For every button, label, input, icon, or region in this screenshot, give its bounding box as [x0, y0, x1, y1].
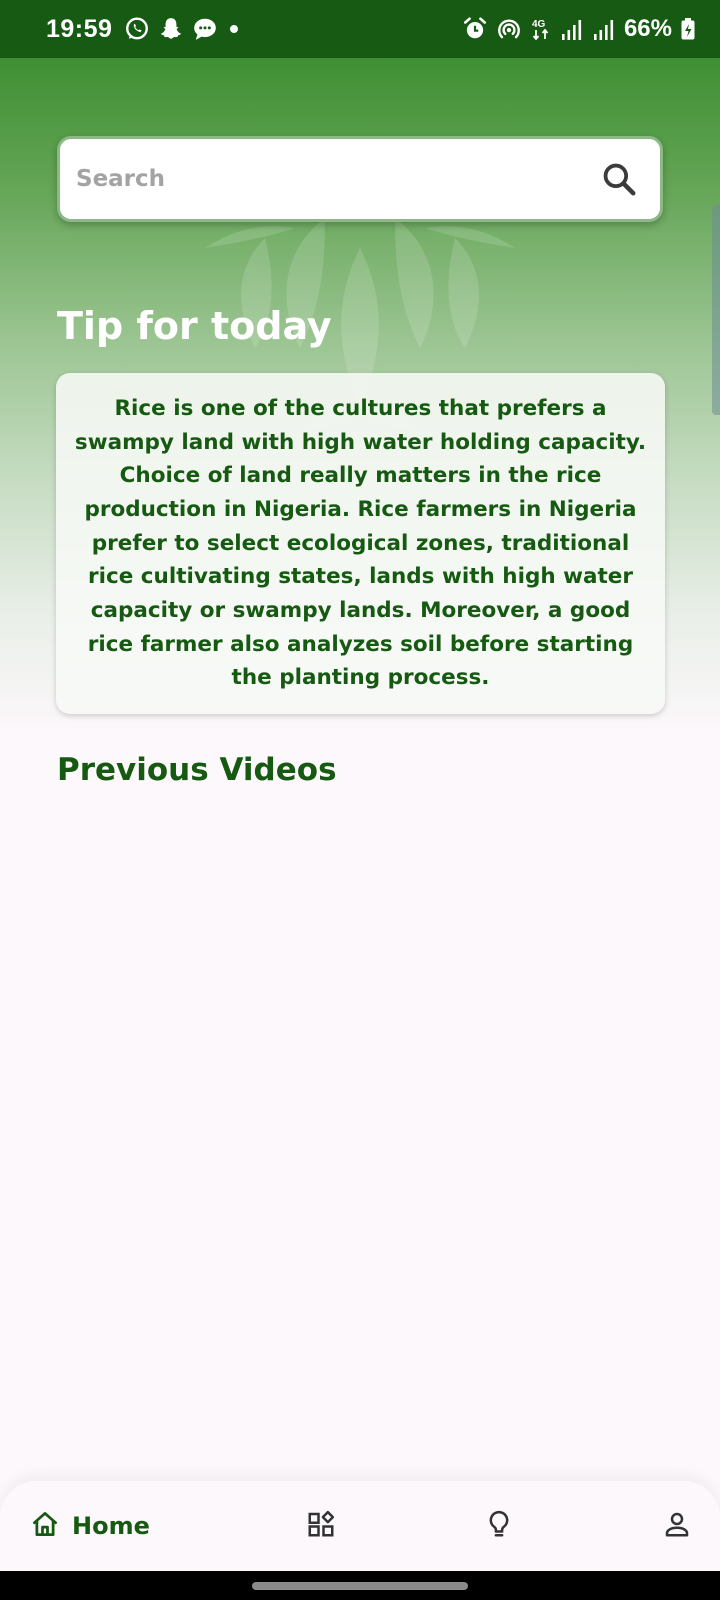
4g-icon: 4G [530, 16, 552, 42]
categories-icon [306, 1509, 336, 1543]
search-bar[interactable] [57, 136, 663, 222]
battery-percentage: 66% [623, 15, 672, 42]
signal-icon [592, 16, 616, 42]
status-left: 19:59 [46, 15, 242, 44]
nav-home[interactable]: Home [30, 1481, 150, 1571]
snapchat-icon [158, 16, 184, 42]
whatsapp-icon [124, 16, 150, 42]
hotspot-icon [496, 16, 522, 42]
status-time: 19:59 [46, 14, 113, 43]
nav-tips[interactable] [484, 1481, 514, 1571]
gesture-bar [0, 1571, 720, 1600]
nav-categories[interactable] [306, 1481, 336, 1571]
alarm-icon [462, 16, 488, 42]
search-icon[interactable] [600, 160, 638, 198]
home-icon [30, 1509, 60, 1543]
profile-icon [662, 1509, 692, 1543]
bottom-navigation: Home [0, 1481, 720, 1571]
battery-charging-icon [680, 16, 696, 42]
search-input[interactable] [74, 165, 600, 193]
svg-text:4G: 4G [532, 19, 546, 30]
tip-card: Rice is one of the cultures that prefers… [56, 373, 665, 714]
nav-home-label: Home [72, 1512, 150, 1540]
lightbulb-icon [484, 1509, 514, 1543]
previous-videos-title: Previous Videos [57, 752, 337, 788]
message-icon [192, 16, 218, 42]
signal-icon [560, 16, 584, 42]
status-bar: 19:59 4G 66% [0, 0, 720, 58]
nav-profile[interactable] [662, 1481, 692, 1571]
tip-text: Rice is one of the cultures that prefers… [74, 395, 647, 691]
status-right: 4G 66% [462, 15, 696, 43]
scroll-indicator[interactable] [712, 205, 720, 415]
dot-icon [226, 21, 242, 37]
gesture-handle[interactable] [252, 1582, 468, 1590]
tip-title: Tip for today [57, 304, 332, 348]
